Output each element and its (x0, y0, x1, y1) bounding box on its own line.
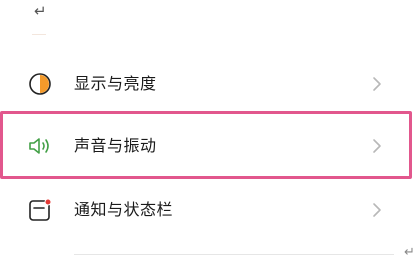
settings-item-label: 显示与亮度 (74, 74, 157, 93)
settings-list: 显示与亮度 声音与振动 通知与状态栏 (0, 0, 418, 270)
speaker-icon (26, 132, 54, 160)
list-divider (74, 254, 394, 255)
chevron-right-icon (370, 136, 384, 156)
brightness-icon (26, 70, 54, 98)
settings-item-label: 通知与状态栏 (74, 200, 174, 219)
chevron-right-icon (370, 200, 384, 220)
settings-item-label: 声音与振动 (74, 136, 157, 155)
return-arrow-icon: ↵ (404, 245, 415, 260)
settings-item-display-brightness[interactable]: 显示与亮度 (0, 56, 418, 114)
notification-icon (26, 196, 54, 224)
settings-item-notifications-status-bar[interactable]: 通知与状态栏 (0, 182, 418, 240)
chevron-right-icon (370, 74, 384, 94)
settings-item-sound-vibration[interactable]: 声音与振动 (0, 118, 418, 176)
